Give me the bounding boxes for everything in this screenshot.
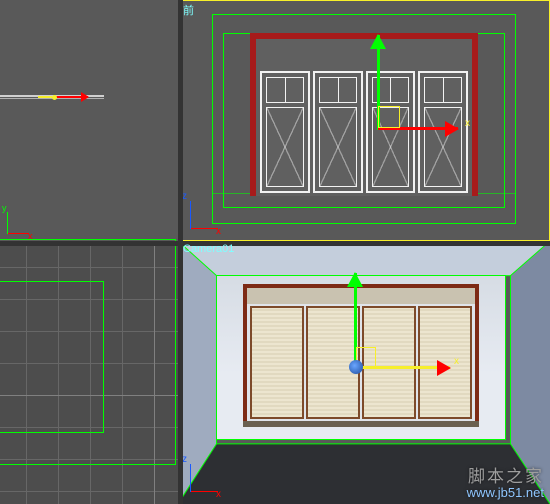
axis-y-label: y xyxy=(2,203,7,213)
move-gizmo[interactable]: x xyxy=(353,35,473,145)
viewport-camera-label: Camera01 xyxy=(183,243,234,255)
gizmo-x-label: x xyxy=(465,118,470,129)
gizmo-hub[interactable] xyxy=(349,360,363,374)
watermark-site-name: 脚本之家 xyxy=(467,462,544,487)
axis-tripod-icon: x z xyxy=(182,195,224,237)
gizmo-xy-plane[interactable] xyxy=(378,106,400,128)
axis-x-label: x xyxy=(216,489,221,500)
selection-outline[interactable] xyxy=(0,281,104,433)
viewport-grid: x y 前 xyxy=(0,0,550,504)
gizmo-y-axis[interactable] xyxy=(38,96,52,98)
shoji-panel[interactable] xyxy=(260,71,310,193)
watermark: 脚本之家 www.jb51.net xyxy=(467,462,544,500)
viewport-left[interactable]: x y xyxy=(0,0,178,241)
gizmo-x-label: x xyxy=(454,356,459,367)
axis-tripod-icon: x z xyxy=(182,458,224,500)
viewport-divider-horizontal[interactable] xyxy=(0,241,550,246)
front-canvas[interactable]: x xyxy=(178,0,550,241)
move-gizmo[interactable] xyxy=(38,82,93,112)
gizmo-x-axis[interactable] xyxy=(56,96,88,98)
viewport-top[interactable] xyxy=(0,241,178,504)
shoji-panel[interactable] xyxy=(250,306,304,419)
viewport-front[interactable]: 前 xyxy=(178,0,550,241)
axis-x-label: x xyxy=(216,226,221,237)
gizmo-hub[interactable] xyxy=(52,95,57,100)
axis-tripod-icon: x y xyxy=(2,209,32,239)
watermark-site-url: www.jb51.net xyxy=(467,485,544,500)
viewport-front-label: 前 xyxy=(183,2,194,18)
